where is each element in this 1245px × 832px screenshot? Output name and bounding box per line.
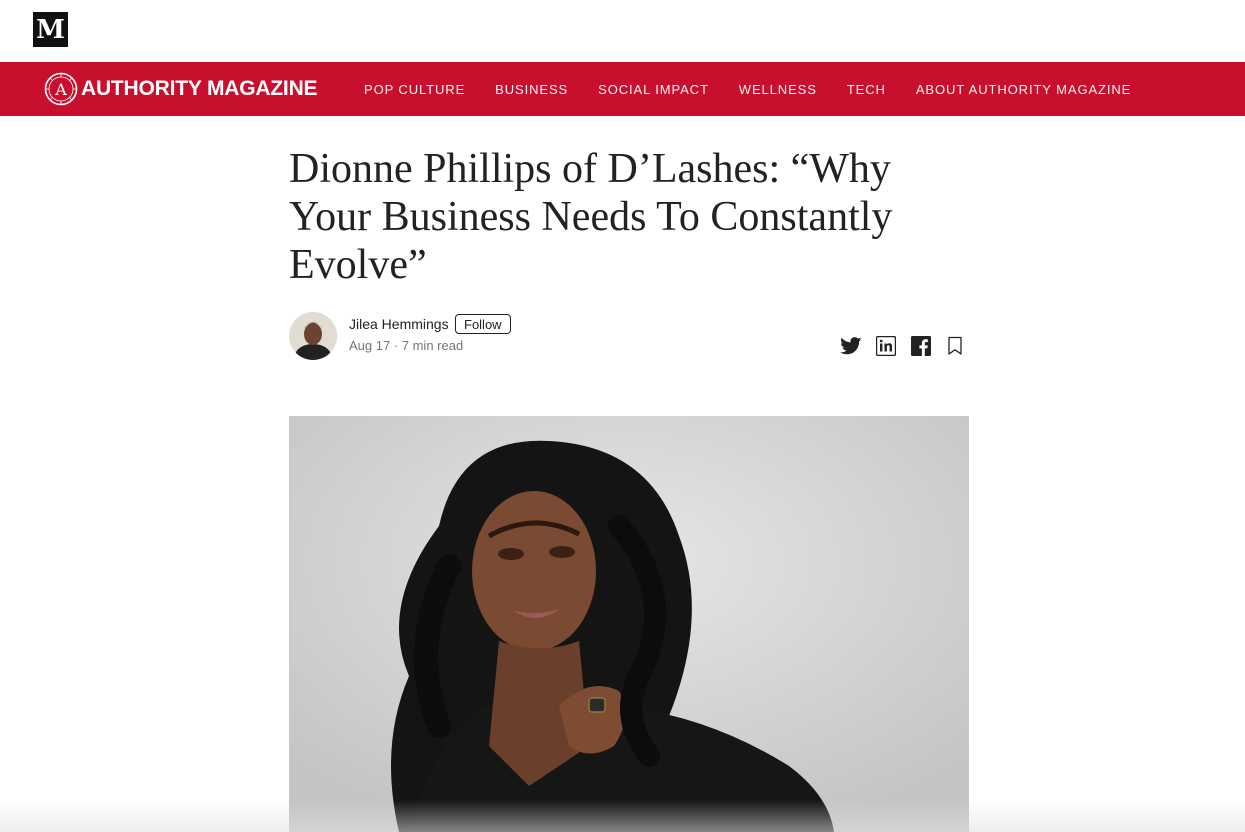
hero-image <box>289 416 969 832</box>
nav-item-tech[interactable]: TECH <box>847 82 886 97</box>
site-header: M <box>0 0 1245 62</box>
publication-nav: A AUTHORITY MAGAZINE POP CULTURE BUSINES… <box>0 62 1245 116</box>
bookmark-icon[interactable] <box>943 334 967 358</box>
nav-item-wellness[interactable]: WELLNESS <box>739 82 817 97</box>
publication-brand[interactable]: A AUTHORITY MAGAZINE <box>44 71 318 107</box>
author-name[interactable]: Jilea Hemmings <box>349 316 449 332</box>
article-title: Dionne Phillips of D’Lashes: “Why Your B… <box>289 146 893 288</box>
publication-name: AUTHORITY MAGAZINE <box>81 77 318 100</box>
follow-button[interactable]: Follow <box>455 314 511 334</box>
facebook-icon[interactable] <box>909 334 933 358</box>
nav-item-social-impact[interactable]: SOCIAL IMPACT <box>598 82 709 97</box>
twitter-icon[interactable] <box>839 334 863 358</box>
nav-item-about[interactable]: ABOUT AUTHORITY MAGAZINE <box>916 82 1131 97</box>
article-meta: Aug 17 · 7 min read <box>349 338 464 353</box>
nav-item-business[interactable]: BUSINESS <box>495 82 568 97</box>
authority-emblem-icon: A <box>44 72 78 106</box>
linkedin-icon[interactable] <box>874 334 898 358</box>
nav-item-pop-culture[interactable]: POP CULTURE <box>364 82 465 97</box>
publication-nav-items: POP CULTURE BUSINESS SOCIAL IMPACT WELLN… <box>364 62 1161 116</box>
author-avatar[interactable] <box>289 312 337 360</box>
medium-logo[interactable]: M <box>33 12 68 47</box>
avatar-image <box>289 312 337 360</box>
hero-photo <box>289 416 969 832</box>
svg-text:A: A <box>54 80 67 99</box>
